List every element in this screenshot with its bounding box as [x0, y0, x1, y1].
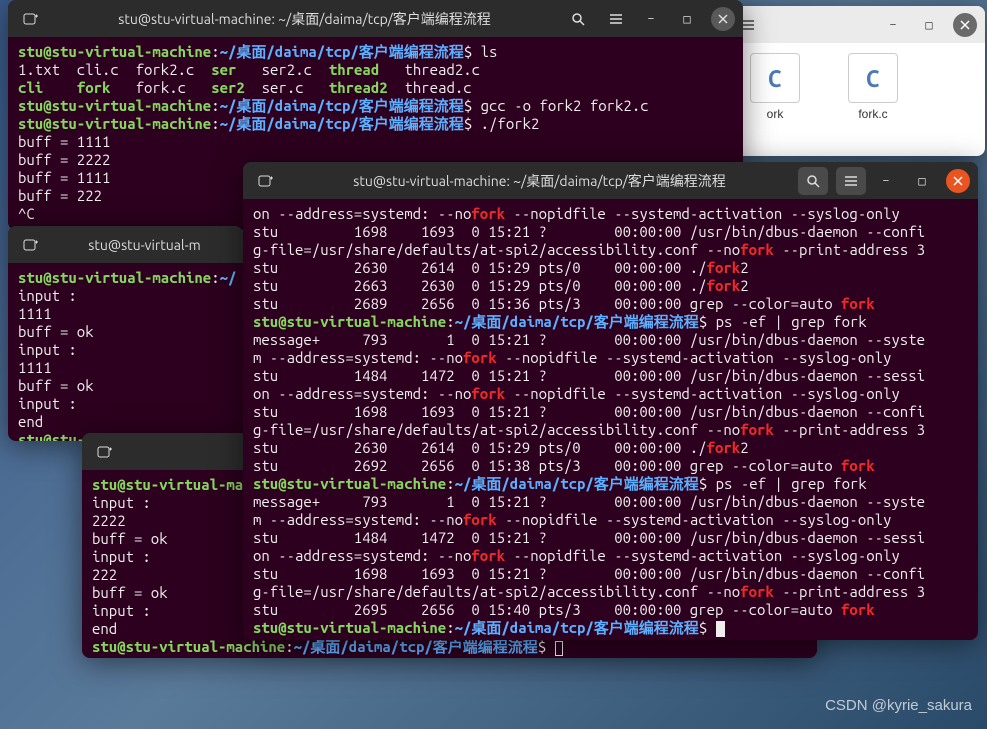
terminal1-titlebar[interactable]: stu@stu-virtual-machine: ~/桌面/daima/tcp/…	[8, 0, 743, 37]
output-line: input :	[18, 287, 77, 304]
output-line: 222	[92, 566, 117, 583]
output-line: end	[92, 620, 117, 637]
terminal-window-2[interactable]: stu@stu-virtual-m stu@stu-virtual-machin…	[8, 226, 243, 441]
c-file-icon: C	[848, 53, 898, 103]
prompt-user: stu@stu-virtual-machine	[18, 97, 211, 114]
output-line: buff = 1111	[18, 133, 110, 150]
file-item[interactable]: C fork.c	[833, 53, 913, 121]
minimize-button[interactable]: −	[639, 7, 663, 31]
output-line: buff = 2222	[18, 151, 110, 168]
search-icon[interactable]	[798, 167, 828, 195]
file-label: ork	[767, 107, 784, 121]
close-button[interactable]	[711, 7, 735, 31]
output-line: input :	[18, 341, 77, 358]
output-line: input :	[92, 602, 151, 619]
hamburger-icon[interactable]	[601, 5, 631, 33]
output-line: 1111	[18, 359, 52, 376]
prompt-path: ~/桌面/daima/tcp/客户端编程流程	[220, 115, 464, 132]
minimize-button[interactable]: −	[874, 169, 898, 193]
output-line: buff = 1111	[18, 169, 110, 186]
hamburger-icon[interactable]	[836, 167, 866, 195]
new-tab-icon[interactable]	[90, 438, 120, 466]
cmd: ls	[481, 43, 498, 60]
terminal4-title: stu@stu-virtual-machine: ~/桌面/daima/tcp/…	[289, 171, 790, 191]
new-tab-icon[interactable]	[251, 167, 281, 195]
file-manager-titlebar[interactable]: − □	[725, 6, 985, 43]
prompt-user: stu@stu-virtual-machine	[18, 269, 211, 286]
prompt-user: stu@stu-virtual-machine	[18, 43, 211, 60]
prompt-user: stu@stu-virtual-ma	[92, 476, 243, 493]
search-icon[interactable]	[563, 5, 593, 33]
terminal2-title: stu@stu-virtual-m	[54, 237, 235, 253]
output-line: 2222	[92, 512, 126, 529]
close-button[interactable]	[953, 13, 977, 37]
output-line: buff = ok	[92, 530, 168, 547]
terminal4-body[interactable]: on --address=systemd: --nofork --nopidfi…	[243, 199, 978, 640]
cursor	[555, 641, 563, 656]
maximize-button[interactable]: □	[910, 169, 934, 193]
cmd: gcc -o fork2 fork2.c	[481, 97, 649, 114]
output-line: buff = ok	[18, 377, 94, 394]
output-line: input :	[92, 494, 151, 511]
terminal1-title: stu@stu-virtual-machine: ~/桌面/daima/tcp/…	[54, 9, 555, 29]
output-line: buff = ok	[18, 323, 94, 340]
output-line: end	[18, 413, 43, 430]
file-icons-area[interactable]: C ork C fork.c	[725, 43, 985, 131]
terminal-window-4[interactable]: stu@stu-virtual-machine: ~/桌面/daima/tcp/…	[243, 162, 978, 640]
c-file-icon: C	[750, 53, 800, 103]
prompt-user: stu@stu-virtual-machine	[18, 115, 211, 132]
output-line: buff = ok	[92, 584, 168, 601]
prompt-path: ~/	[220, 269, 237, 286]
file-manager-window[interactable]: − □ C ork C fork.c	[725, 6, 985, 156]
terminal2-titlebar[interactable]: stu@stu-virtual-m	[8, 226, 243, 263]
prompt-path: ~/桌面/daima/tcp/客户端编程流程	[220, 43, 464, 60]
prompt-path: ~/桌面/daima/tcp/客户端编程流程	[294, 638, 538, 655]
maximize-button[interactable]: □	[917, 13, 941, 37]
output-line: 1111	[18, 305, 52, 322]
file-label: fork.c	[858, 107, 887, 121]
cmd: ./fork2	[481, 115, 540, 132]
prompt-user: stu@stu-virtual-machine	[92, 638, 285, 655]
output-line: input :	[92, 548, 151, 565]
minimize-button[interactable]: −	[881, 13, 905, 37]
terminal4-titlebar[interactable]: stu@stu-virtual-machine: ~/桌面/daima/tcp/…	[243, 162, 978, 199]
new-tab-icon[interactable]	[16, 231, 46, 259]
close-button[interactable]	[946, 169, 970, 193]
output-line: ^C	[18, 205, 35, 222]
prompt-user: stu@stu-	[18, 431, 85, 441]
watermark: CSDN @kyrie_sakura	[825, 697, 972, 714]
file-item[interactable]: C ork	[735, 53, 815, 121]
maximize-button[interactable]: □	[675, 7, 699, 31]
prompt-path: ~/桌面/daima/tcp/客户端编程流程	[220, 97, 464, 114]
terminal2-body[interactable]: stu@stu-virtual-machine:~/ input : 1111 …	[8, 263, 243, 441]
new-tab-icon[interactable]	[16, 5, 46, 33]
output-line: input :	[18, 395, 77, 412]
output-line: buff = 222	[18, 187, 102, 204]
